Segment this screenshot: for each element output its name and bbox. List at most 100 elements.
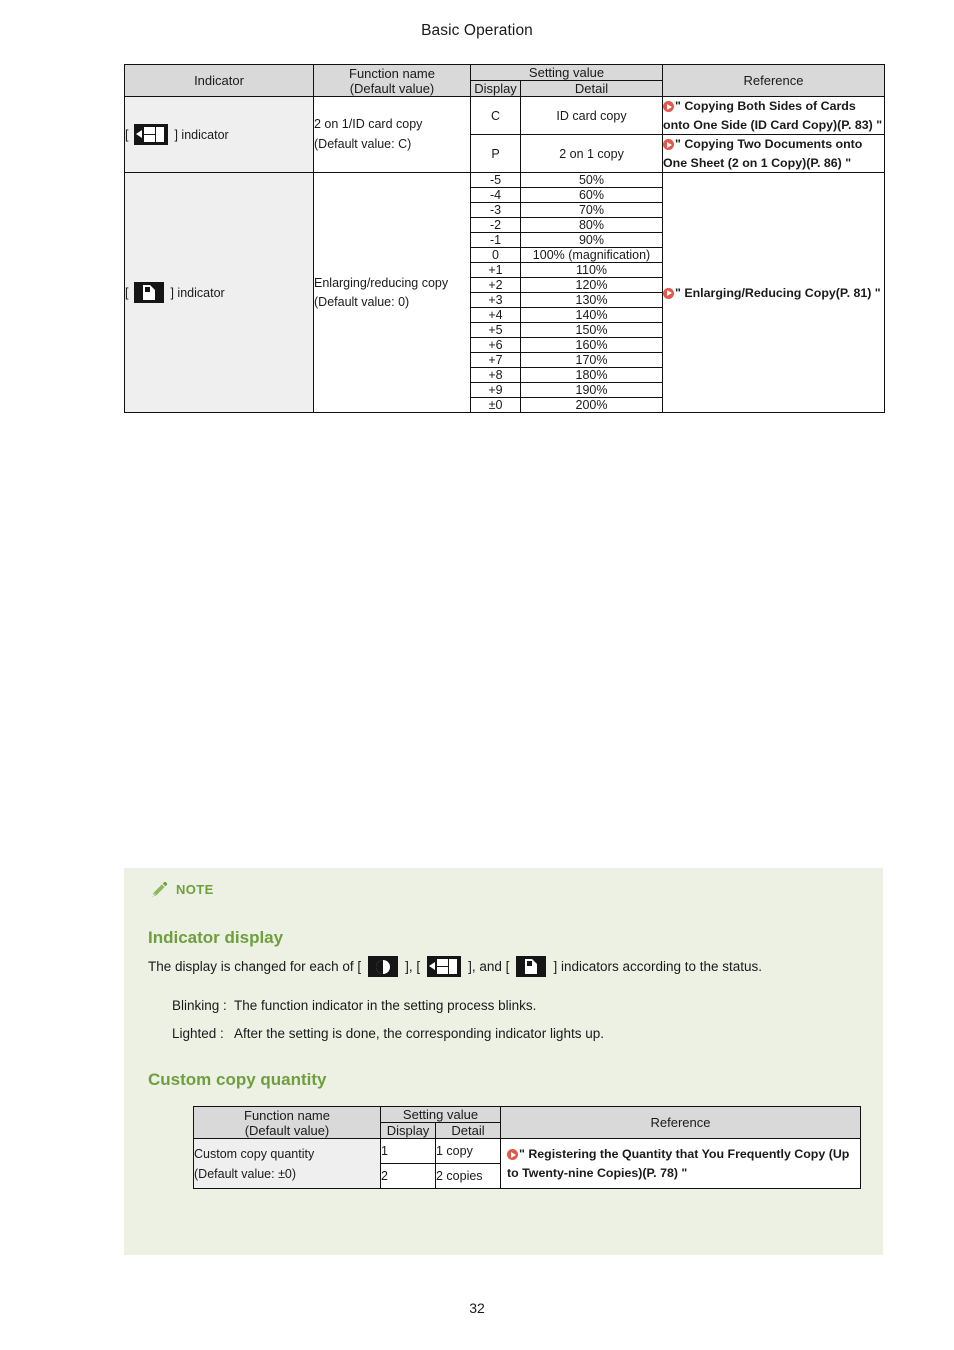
function-name-line2: (Default value: C) <box>314 136 412 151</box>
reference-link-text[interactable]: " Copying Two Documents onto One Sheet (… <box>663 137 862 170</box>
function-name-cell-custom-copy-quantity: Custom copy quantity (Default value: ±0) <box>193 1137 381 1190</box>
detail-value: 50% <box>519 172 664 189</box>
indicator-settings-table: Indicator Function name (Default value) … <box>124 64 886 414</box>
reference-cell: " Copying Two Documents onto One Sheet (… <box>662 134 886 174</box>
reference-link-text[interactable]: " Copying Both Sides of Cards onto One S… <box>663 99 882 132</box>
function-name-line1: Enlarging/reducing copy <box>314 275 449 290</box>
enlarge-reduce-icon <box>134 282 165 304</box>
display-value: -5 <box>470 172 521 189</box>
col-header-detail: Detail <box>434 1122 502 1139</box>
detail-value: 120% <box>519 277 664 294</box>
table-row: Custom copy quantity (Default value: ±0)… <box>193 1137 862 1190</box>
display-value: +7 <box>470 352 521 369</box>
display-value: P <box>470 134 521 174</box>
col-header-function-name: Function name (Default value) <box>193 1106 381 1139</box>
note-sentence-part4: ] indicators according to the status. <box>553 959 763 974</box>
note-sentence: The display is changed for each of [ ], … <box>148 956 762 977</box>
table-header-row: Indicator Function name (Default value) … <box>124 64 886 97</box>
reference-cell: " Enlarging/Reducing Copy(P. 81) " <box>662 172 886 414</box>
note-lighted-line: Lighted : After the setting is done, the … <box>172 1026 604 1041</box>
reference-link-text[interactable]: " Enlarging/Reducing Copy(P. 81) " <box>675 286 881 300</box>
function-name-cell-enlarge-reduce: Enlarging/reducing copy (Default value: … <box>313 172 471 414</box>
detail-value: 140% <box>519 307 664 324</box>
col-header-function-name: Function name (Default value) <box>313 64 471 97</box>
bracket-open: [ <box>125 285 129 300</box>
function-name-line1: 2 on 1/ID card copy <box>314 117 423 132</box>
detail-value: 80% <box>519 217 664 234</box>
display-value: +4 <box>470 307 521 324</box>
col-header-reference: Reference <box>662 64 886 97</box>
two-on-one-id-card-icon <box>427 956 462 977</box>
col-header-reference: Reference <box>500 1106 862 1139</box>
detail-value: 2 copies <box>434 1163 502 1190</box>
note-callout-box: NOTE Indicator display The display is ch… <box>124 868 883 1255</box>
col-header-setting-value: Setting value <box>469 64 664 81</box>
reference-link-text[interactable]: " Registering the Quantity that You Freq… <box>507 1147 849 1180</box>
note-blinking-text: The function indicator in the setting pr… <box>234 998 537 1013</box>
display-value: -2 <box>470 217 521 234</box>
detail-value: 60% <box>519 187 664 204</box>
indicator-label: ] indicator <box>174 127 229 142</box>
reference-link-icon <box>663 287 675 299</box>
page-title: Basic Operation <box>421 22 533 39</box>
bracket-open: [ <box>125 127 129 142</box>
display-value: +9 <box>470 382 521 399</box>
reference-link-icon <box>507 1149 519 1160</box>
display-value: -1 <box>470 232 521 249</box>
display-value: +5 <box>470 322 521 339</box>
detail-value: 160% <box>519 337 664 354</box>
function-name-cell-two-on-one: 2 on 1/ID card copy (Default value: C) <box>313 95 471 174</box>
note-label-text: NOTE <box>176 882 214 897</box>
note-heading-indicator-display: Indicator display <box>148 928 284 947</box>
display-value: 0 <box>470 247 521 264</box>
detail-value: 150% <box>519 322 664 339</box>
col-header-function-name-line2: (Default value) <box>244 1122 330 1138</box>
detail-value: 180% <box>519 367 664 384</box>
col-header-setting-value: Setting value <box>379 1106 502 1123</box>
col-header-function-name-line1: Function name <box>244 1107 330 1123</box>
detail-value: 190% <box>519 382 664 399</box>
pencil-icon <box>152 881 168 897</box>
note-sentence-part3: ], and [ <box>468 959 510 974</box>
display-value: C <box>470 95 521 136</box>
indicator-label: ] indicator <box>170 285 225 300</box>
custom-copy-quantity-table: Function name (Default value) Setting va… <box>193 1106 862 1190</box>
display-value: -4 <box>470 187 521 204</box>
display-value: +3 <box>470 292 521 309</box>
note-label-group: NOTE <box>150 880 214 899</box>
table-row: [ ] indicator Enlarging/reducing copy (D… <box>124 172 886 414</box>
col-header-detail: Detail <box>519 80 664 97</box>
indicator-cell-two-on-one: [ ] indicator <box>124 95 314 174</box>
note-heading-custom-copy-quantity: Custom copy quantity <box>148 1070 327 1089</box>
function-name-line2: (Default value: ±0) <box>194 1166 297 1181</box>
indicator-glyph-group: [ ] indicator <box>125 124 229 146</box>
display-value: 1 <box>380 1137 436 1165</box>
reference-link-icon <box>663 139 675 151</box>
display-value: +1 <box>470 262 521 279</box>
display-value: -3 <box>470 202 521 219</box>
detail-value: ID card copy <box>519 95 664 136</box>
page-number: 32 <box>469 1300 485 1316</box>
detail-value: 90% <box>519 232 664 249</box>
col-header-indicator: Indicator <box>124 64 314 97</box>
col-header-function-name-line1: Function name <box>349 65 435 81</box>
reference-cell: " Copying Both Sides of Cards onto One S… <box>662 95 886 136</box>
reference-link-icon <box>663 101 675 112</box>
note-lighted-text: After the setting is done, the correspon… <box>234 1026 604 1041</box>
table-header-row: Function name (Default value) Setting va… <box>193 1106 862 1139</box>
display-value: +6 <box>470 337 521 354</box>
note-blinking-line: Blinking : The function indicator in the … <box>172 998 536 1013</box>
display-value: ±0 <box>470 397 521 414</box>
detail-value: 170% <box>519 352 664 369</box>
col-header-display: Display <box>470 80 521 97</box>
col-header-display: Display <box>380 1122 436 1139</box>
function-name-line1: Custom copy quantity <box>194 1146 315 1161</box>
note-sentence-part2: ], [ <box>405 959 421 974</box>
indicator-cell-enlarge-reduce: [ ] indicator <box>124 172 314 414</box>
detail-value: 2 on 1 copy <box>519 134 664 174</box>
indicator-glyph-group: [ ] indicator <box>125 282 225 304</box>
detail-value: 1 copy <box>434 1137 502 1165</box>
note-lighted-label: Lighted : <box>172 1026 224 1041</box>
detail-value: 70% <box>519 202 664 219</box>
detail-value: 100% (magnification) <box>519 247 664 264</box>
